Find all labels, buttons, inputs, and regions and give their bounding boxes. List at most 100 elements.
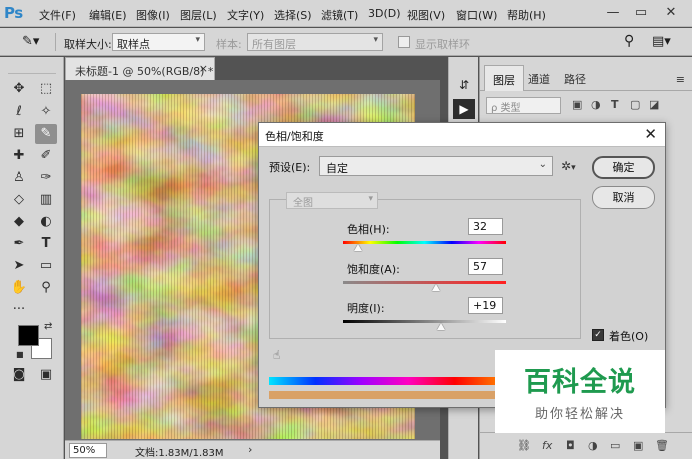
brush-tool-icon[interactable]: ✐ (35, 146, 57, 166)
lightness-slider-thumb[interactable] (436, 323, 445, 330)
stamp-tool-icon[interactable]: ♙ (8, 168, 30, 188)
lightness-value-field[interactable]: +19 (468, 297, 503, 314)
default-colors-icon[interactable]: ■ (16, 350, 24, 359)
filter-type-icon[interactable]: T (611, 98, 619, 111)
menu-bar: Ps 文件(F) 编辑(E) 图像(I) 图层(L) 文字(Y) 选择(S) 滤… (0, 0, 692, 27)
gradient-tool-icon[interactable]: ▥ (35, 190, 57, 210)
search-icon[interactable]: ⚲ (624, 33, 634, 49)
lightness-slider-track[interactable] (343, 320, 506, 323)
cancel-button[interactable]: 取消 (592, 186, 655, 209)
menu-type[interactable]: 文字(Y) (227, 7, 264, 23)
close-tab-icon[interactable]: × (199, 62, 208, 75)
watermark: 百科全说 助你轻松解决 (495, 350, 665, 433)
hand-tool-icon[interactable]: ✋ (8, 278, 30, 298)
history-icon[interactable]: ⇵ (453, 75, 475, 95)
menu-file[interactable]: 文件(F) (39, 7, 76, 23)
gear-icon[interactable]: ✲▾ (561, 159, 576, 173)
magic-wand-tool-icon[interactable]: ✧ (35, 102, 57, 122)
status-menu-arrow-icon[interactable]: › (248, 443, 252, 456)
add-mask-icon[interactable]: ◘ (566, 439, 575, 452)
foreground-color-swatch[interactable] (18, 325, 39, 346)
menu-view[interactable]: 视图(V) (407, 7, 445, 23)
menu-filter[interactable]: 滤镜(T) (321, 7, 358, 23)
tab-layers[interactable]: 图层 (484, 65, 524, 91)
zoom-field[interactable]: 50% (69, 443, 107, 458)
trash-icon[interactable]: 🗑 (655, 439, 669, 452)
colorize-checkbox[interactable]: ✓ (592, 329, 604, 341)
menu-3d[interactable]: 3D(D) (368, 7, 401, 20)
hue-slider-track[interactable] (343, 241, 506, 244)
link-layers-icon[interactable]: ⛓ (517, 439, 531, 452)
chevron-down-icon: ▾ (571, 163, 576, 173)
fx-icon[interactable]: fx (542, 439, 552, 452)
layer-filter-select[interactable]: ρ 类型 (486, 97, 561, 114)
quick-mask-icon[interactable]: ◙ (8, 365, 30, 385)
close-window-icon[interactable]: ✕ (660, 3, 682, 23)
show-ring-checkbox[interactable] (398, 36, 410, 48)
workspace-icon[interactable]: ▤▾ (652, 34, 671, 49)
dodge-tool-icon[interactable]: ◐ (35, 212, 57, 232)
watermark-subtitle: 助你轻松解决 (534, 407, 625, 422)
tab-channels[interactable]: 通道 (520, 65, 558, 91)
status-bar: 50% 文档:1.83M/1.83M › (65, 440, 440, 459)
sample-value: 所有图层 (252, 38, 296, 51)
channel-value: 全图 (293, 198, 313, 209)
saturation-slider-thumb[interactable] (431, 284, 440, 291)
hue-slider-thumb[interactable] (353, 244, 362, 251)
blur-tool-icon[interactable]: ◆ (8, 212, 30, 232)
adjustment-group: 全图 ▾ 色相(H): 32 饱和度(A): 57 明度(I): +19 (269, 192, 581, 339)
new-group-icon[interactable]: ▭ (610, 439, 620, 452)
channel-select[interactable]: 全图 ▾ (286, 192, 378, 209)
menu-select[interactable]: 选择(S) (274, 7, 312, 23)
screen-mode-icon[interactable]: ▣ (35, 365, 57, 385)
adjustment-layer-icon[interactable]: ◑ (588, 439, 598, 452)
chevron-down-icon: ▾ (368, 194, 373, 204)
eraser-tool-icon[interactable]: ◇ (8, 190, 30, 210)
eyedropper-tool-icon[interactable]: ✎ (35, 124, 57, 144)
dialog-close-icon[interactable]: ✕ (644, 125, 657, 143)
menu-edit[interactable]: 编辑(E) (89, 7, 127, 23)
more-tools-icon[interactable]: ··· (8, 300, 30, 320)
document-tab[interactable]: 未标题-1 @ 50%(RGB/8) * × (65, 57, 215, 80)
filter-adjustment-icon[interactable]: ◑ (591, 98, 601, 111)
minimize-icon[interactable]: — (602, 3, 624, 23)
menu-help[interactable]: 帮助(H) (507, 7, 546, 23)
filter-shape-icon[interactable]: ▢ (630, 98, 640, 111)
ok-button[interactable]: 确定 (592, 156, 655, 179)
hue-value-field[interactable]: 32 (468, 218, 503, 235)
menu-image[interactable]: 图像(I) (136, 7, 170, 23)
eyedropper-preset-icon[interactable]: ✎▾ (22, 34, 39, 49)
new-layer-icon[interactable]: ▣ (633, 439, 643, 452)
marquee-tool-icon[interactable]: ⬚ (35, 79, 57, 99)
lasso-tool-icon[interactable]: ℓ (8, 102, 30, 122)
menu-layer[interactable]: 图层(L) (180, 7, 217, 23)
type-tool-icon[interactable]: T (35, 234, 57, 254)
swap-colors-icon[interactable]: ⇄ (44, 321, 52, 332)
panel-menu-icon[interactable]: ≡ (676, 73, 685, 86)
photoshop-logo: Ps (4, 4, 23, 22)
shape-tool-icon[interactable]: ▭ (35, 256, 57, 276)
zoom-tool-icon[interactable]: ⚲ (35, 278, 57, 298)
move-tool-icon[interactable]: ✥ (8, 79, 30, 99)
filter-pixel-icon[interactable]: ▣ (572, 98, 582, 111)
dialog-titlebar[interactable]: 色相/饱和度 ✕ (259, 123, 665, 147)
sample-select[interactable]: 所有图层 ▾ (247, 33, 383, 51)
preset-select[interactable]: 自定 ⌄ (319, 156, 553, 176)
sample-size-label: 取样大小: (64, 38, 112, 51)
saturation-slider-track[interactable] (343, 281, 506, 284)
saturation-label: 饱和度(A): (347, 263, 400, 276)
path-select-tool-icon[interactable]: ➤ (8, 256, 30, 276)
filter-smart-object-icon[interactable]: ◪ (649, 98, 659, 111)
pen-tool-icon[interactable]: ✒ (8, 234, 30, 254)
watermark-title: 百科全说 (524, 367, 636, 398)
healing-tool-icon[interactable]: ✚ (8, 146, 30, 166)
actions-play-icon[interactable]: ▶ (453, 99, 475, 119)
hand-adjust-icon[interactable]: ☝ (273, 348, 280, 362)
crop-tool-icon[interactable]: ⊞ (8, 124, 30, 144)
history-brush-tool-icon[interactable]: ✑ (35, 168, 57, 188)
saturation-value-field[interactable]: 57 (468, 258, 503, 275)
tab-paths[interactable]: 路径 (556, 65, 594, 91)
menu-window[interactable]: 窗口(W) (456, 7, 497, 23)
restore-icon[interactable]: ▭ (630, 3, 652, 23)
sample-size-select[interactable]: 取样点 ▾ (112, 33, 205, 51)
